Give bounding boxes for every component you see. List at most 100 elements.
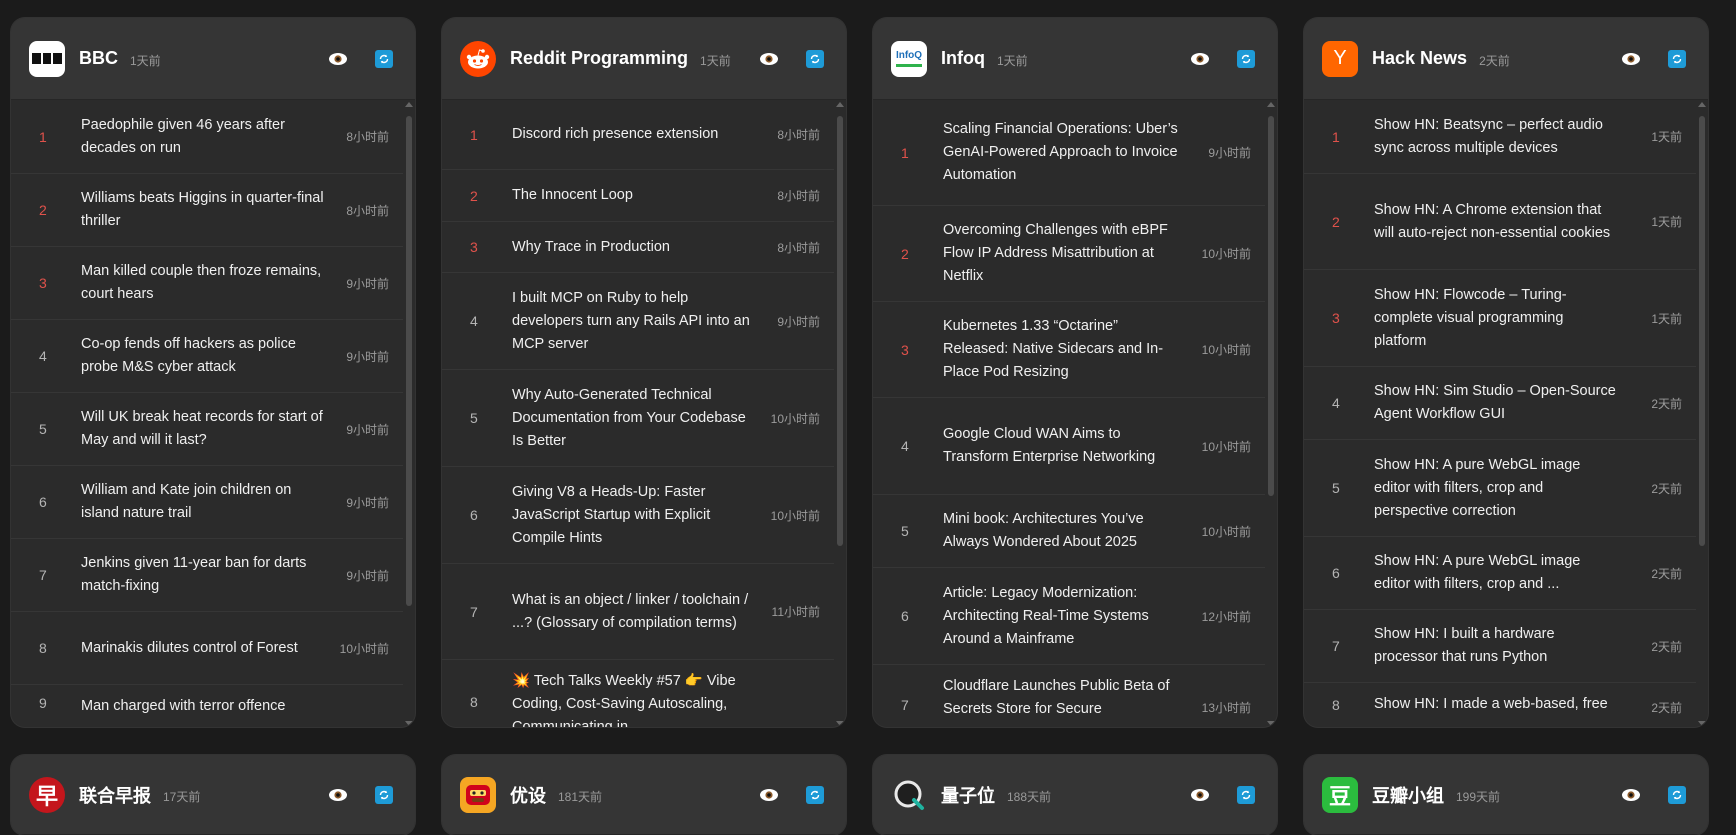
scrollbar[interactable] <box>1698 102 1706 726</box>
item-title[interactable]: The Innocent Loop <box>512 174 756 217</box>
item-title[interactable]: Overcoming Challenges with eBPF Flow IP … <box>943 209 1187 298</box>
item-time: 2天前 <box>1651 481 1682 496</box>
item-title[interactable]: Show HN: A pure WebGL image editor with … <box>1374 444 1618 533</box>
list-item[interactable]: 1 Discord rich presence extension 8小时前 <box>442 100 834 170</box>
list-item[interactable]: 4 I built MCP on Ruby to help developers … <box>442 273 834 370</box>
scrollbar[interactable] <box>405 102 413 726</box>
list-item[interactable]: 3 Kubernetes 1.33 “Octarine” Released: Na… <box>873 302 1265 398</box>
item-title[interactable]: Marinakis dilutes control of Forest <box>81 627 325 670</box>
item-title[interactable]: Show HN: I made a web-based, free <box>1374 683 1618 726</box>
scroll-thumb[interactable] <box>1268 116 1274 496</box>
list-item[interactable]: 1 Paedophile given 46 years after decades… <box>11 100 403 174</box>
item-rank: 4 <box>901 438 909 454</box>
item-title[interactable]: Jenkins given 11-year ban for darts matc… <box>81 542 325 608</box>
refresh-icon[interactable] <box>806 785 824 804</box>
scroll-down-arrow-icon[interactable] <box>1698 721 1706 726</box>
item-title[interactable]: Google Cloud WAN Aims to Transform Enter… <box>943 413 1187 479</box>
item-title[interactable]: Discord rich presence extension <box>512 113 756 156</box>
list-item[interactable]: 3 Show HN: Flowcode – Turing-complete vis… <box>1304 270 1696 367</box>
refresh-icon[interactable] <box>1237 785 1255 804</box>
item-title[interactable]: Cloudflare Launches Public Beta of Secre… <box>943 665 1187 727</box>
item-title[interactable]: What is an object / linker / toolchain /… <box>512 579 756 645</box>
eye-icon[interactable] <box>325 46 351 72</box>
item-title[interactable]: Article: Legacy Modernization: Architect… <box>943 572 1187 661</box>
list-item[interactable]: 4 Co-op fends off hackers as police probe… <box>11 320 403 393</box>
scroll-up-arrow-icon[interactable] <box>1698 102 1706 107</box>
item-title[interactable]: Paedophile given 46 years after decades … <box>81 104 325 170</box>
eye-icon[interactable] <box>1187 782 1213 808</box>
refresh-icon[interactable] <box>375 785 393 804</box>
item-title[interactable]: Kubernetes 1.33 “Octarine” Released: Nat… <box>943 305 1187 394</box>
scroll-up-arrow-icon[interactable] <box>405 102 413 107</box>
eye-icon[interactable] <box>1618 782 1644 808</box>
item-title[interactable]: Show HN: I built a hardware processor th… <box>1374 613 1618 679</box>
item-title[interactable]: I built MCP on Ruby to help developers t… <box>512 277 756 366</box>
item-title[interactable]: Mini book: Architectures You’ve Always W… <box>943 498 1187 564</box>
list-item[interactable]: 7 Show HN: I built a hardware processor t… <box>1304 610 1696 683</box>
scroll-up-arrow-icon[interactable] <box>1267 102 1275 107</box>
list-item[interactable]: 2 Williams beats Higgins in quarter-final… <box>11 174 403 247</box>
list-item[interactable]: 6 Article: Legacy Modernization: Architec… <box>873 568 1265 665</box>
item-title[interactable]: Giving V8 a Heads-Up: Faster JavaScript … <box>512 471 756 560</box>
card-updated-time: 1天前 <box>700 54 731 68</box>
refresh-icon[interactable] <box>1668 49 1686 68</box>
list-item[interactable]: 2 The Innocent Loop 8小时前 <box>442 170 834 222</box>
list-item[interactable]: 7 Jenkins given 11-year ban for darts mat… <box>11 539 403 612</box>
hacker-news-logo: Y <box>1322 40 1358 77</box>
list-item[interactable]: 2 Show HN: A Chrome extension that will a… <box>1304 174 1696 270</box>
eye-icon[interactable] <box>1187 46 1213 72</box>
item-title[interactable]: Show HN: Sim Studio – Open-Source Agent … <box>1374 370 1618 436</box>
scroll-thumb[interactable] <box>1699 116 1705 546</box>
list-item[interactable]: 7 Cloudflare Launches Public Beta of Secr… <box>873 665 1265 727</box>
scrollbar[interactable] <box>836 102 844 726</box>
refresh-icon[interactable] <box>1668 785 1686 804</box>
item-title[interactable]: 💥 Tech Talks Weekly #57 👉 Vibe Coding, C… <box>512 660 756 727</box>
list-item[interactable]: 3 Man killed couple then froze remains, c… <box>11 247 403 320</box>
list-item[interactable]: 4 Google Cloud WAN Aims to Transform Ente… <box>873 398 1265 495</box>
item-title[interactable]: Will UK break heat records for start of … <box>81 396 325 462</box>
list-item[interactable]: 1 Scaling Financial Operations: Uber’s Ge… <box>873 100 1265 206</box>
list-item[interactable]: 5 Mini book: Architectures You’ve Always … <box>873 495 1265 568</box>
scroll-thumb[interactable] <box>406 116 412 606</box>
item-title[interactable]: William and Kate join children on island… <box>81 469 325 535</box>
item-title[interactable]: Show HN: Flowcode – Turing-complete visu… <box>1374 274 1618 363</box>
scrollbar[interactable] <box>1267 102 1275 726</box>
scroll-down-arrow-icon[interactable] <box>836 721 844 726</box>
list-item[interactable]: 6 Giving V8 a Heads-Up: Faster JavaScript… <box>442 467 834 564</box>
list-item[interactable]: 6 Show HN: A pure WebGL image editor with… <box>1304 537 1696 610</box>
scroll-down-arrow-icon[interactable] <box>1267 721 1275 726</box>
eye-icon[interactable] <box>325 782 351 808</box>
list-item[interactable]: 8 Marinakis dilutes control of Forest 10小时… <box>11 612 403 685</box>
list-item[interactable]: 1 Show HN: Beatsync – perfect audio sync … <box>1304 100 1696 174</box>
list-item[interactable]: 9 Man charged with terror offence <box>11 685 403 727</box>
list-item[interactable]: 3 Why Trace in Production 8小时前 <box>442 222 834 273</box>
item-title[interactable]: Why Auto-Generated Technical Documentati… <box>512 374 756 463</box>
item-title[interactable]: Show HN: A pure WebGL image editor with … <box>1374 540 1618 606</box>
item-title[interactable]: Why Trace in Production <box>512 226 756 269</box>
list-item[interactable]: 4 Show HN: Sim Studio – Open-Source Agent… <box>1304 367 1696 440</box>
item-title[interactable]: Show HN: Beatsync – perfect audio sync a… <box>1374 104 1618 170</box>
scroll-up-arrow-icon[interactable] <box>836 102 844 107</box>
list-item[interactable]: 6 William and Kate join children on islan… <box>11 466 403 539</box>
scroll-thumb[interactable] <box>837 116 843 546</box>
list-item[interactable]: 5 Will UK break heat records for start of… <box>11 393 403 466</box>
list-item[interactable]: 8 Show HN: I made a web-based, free 2天前 <box>1304 683 1696 727</box>
scroll-down-arrow-icon[interactable] <box>405 721 413 726</box>
refresh-icon[interactable] <box>375 49 393 68</box>
item-title[interactable]: Co-op fends off hackers as police probe … <box>81 323 325 389</box>
eye-icon[interactable] <box>756 782 782 808</box>
item-title[interactable]: Scaling Financial Operations: Uber’s Gen… <box>943 108 1187 197</box>
item-title[interactable]: Williams beats Higgins in quarter-final … <box>81 177 325 243</box>
eye-icon[interactable] <box>1618 46 1644 72</box>
list-item[interactable]: 8 💥 Tech Talks Weekly #57 👉 Vibe Coding, … <box>442 660 834 727</box>
item-title[interactable]: Man killed couple then froze remains, co… <box>81 250 325 316</box>
item-title[interactable]: Show HN: A Chrome extension that will au… <box>1374 189 1618 255</box>
list-item[interactable]: 7 What is an object / linker / toolchain … <box>442 564 834 660</box>
refresh-icon[interactable] <box>1237 49 1255 68</box>
list-item[interactable]: 5 Why Auto-Generated Technical Documentat… <box>442 370 834 467</box>
list-item[interactable]: 2 Overcoming Challenges with eBPF Flow IP… <box>873 206 1265 302</box>
list-item[interactable]: 5 Show HN: A pure WebGL image editor with… <box>1304 440 1696 537</box>
refresh-icon[interactable] <box>806 49 824 68</box>
item-title[interactable]: Man charged with terror offence <box>81 685 325 727</box>
eye-icon[interactable] <box>756 46 782 72</box>
